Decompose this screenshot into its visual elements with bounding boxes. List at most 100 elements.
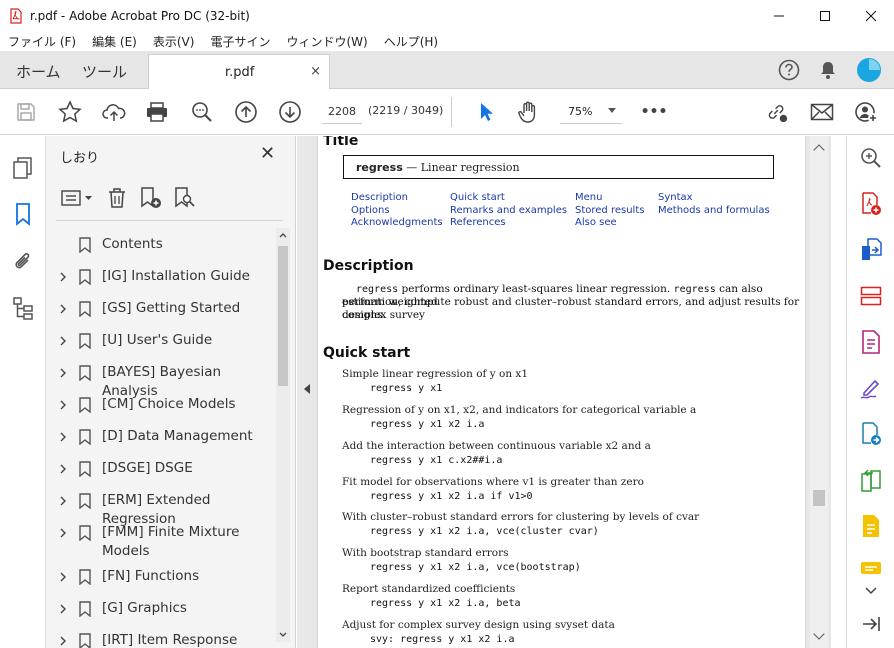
collapse-tools-pane-icon[interactable] (859, 612, 883, 636)
bookmark-flag-icon (79, 365, 91, 381)
link-quick-start[interactable]: Quick start (450, 192, 505, 203)
next-page-icon[interactable] (278, 100, 302, 124)
chevron-right-icon[interactable] (58, 272, 68, 282)
share-link-icon[interactable] (765, 100, 789, 124)
menu-file[interactable]: ファイル (F) (0, 33, 84, 50)
star-icon[interactable] (58, 100, 82, 124)
search-icon[interactable] (190, 100, 214, 124)
tab-tools[interactable]: ツール (82, 61, 127, 82)
scrollbar-thumb[interactable] (813, 490, 825, 506)
title-box: regress — Linear regression (343, 155, 774, 179)
chevron-right-icon[interactable] (58, 496, 68, 506)
chevron-up-icon[interactable] (813, 144, 825, 156)
bookmark-label: [D] Data Management (102, 428, 253, 444)
export-pdf-icon[interactable] (859, 238, 883, 262)
pdf-page: Title regress — Linear regression Descri… (318, 136, 805, 648)
link-also-see[interactable]: Also see (575, 217, 617, 228)
chevron-right-icon[interactable] (58, 604, 68, 614)
edit-pdf-icon[interactable] (859, 330, 883, 354)
zoom-select[interactable]: 75% (560, 100, 622, 124)
bookmark-label: [G] Graphics (102, 600, 187, 616)
attachment-icon[interactable] (11, 250, 35, 274)
menu-edit[interactable]: 編集 (E) (84, 33, 145, 50)
menu-window[interactable]: ウィンドウ(W) (278, 33, 375, 50)
menu-help[interactable]: ヘルプ(H) (376, 33, 446, 50)
document-scrollbar[interactable] (810, 136, 828, 648)
chevron-up-icon[interactable] (279, 231, 287, 239)
hand-tool-icon[interactable] (516, 100, 540, 124)
chevron-down-icon[interactable] (813, 628, 825, 640)
save-icon[interactable] (14, 100, 38, 124)
close-window-button[interactable] (848, 0, 894, 31)
tab-close-icon[interactable]: × (310, 64, 321, 79)
bookmark-options-icon[interactable] (58, 185, 96, 211)
chevron-right-icon[interactable] (58, 432, 68, 442)
close-panel-icon[interactable]: ✕ (260, 143, 275, 164)
print-icon[interactable] (145, 100, 169, 124)
send-for-review-icon[interactable] (859, 422, 883, 446)
collapse-left-panel-icon[interactable] (304, 384, 310, 394)
bookmark-label: [CM] Choice Models (102, 396, 236, 412)
zoom-search-icon[interactable] (859, 146, 883, 170)
bookmark-label: [DSGE] DSGE (102, 460, 193, 476)
link-syntax[interactable]: Syntax (658, 192, 693, 203)
quickstart-text: With bootstrap standard errors (342, 547, 509, 559)
bookmark-label: Contents (102, 236, 163, 252)
chevron-right-icon[interactable] (58, 528, 68, 538)
organize-pages-icon[interactable] (859, 284, 883, 308)
fill-sign-icon[interactable] (859, 376, 883, 400)
navigation-rail (0, 136, 46, 648)
menu-esign[interactable]: 電子サイン (202, 33, 278, 50)
previous-page-icon[interactable] (234, 100, 258, 124)
help-icon[interactable] (778, 59, 800, 84)
link-options[interactable]: Options (351, 205, 390, 216)
structure-tree-icon[interactable] (11, 296, 35, 320)
sticky-note-icon[interactable] (859, 556, 883, 580)
link-acknowledgments[interactable]: Acknowledgments (351, 217, 443, 228)
page-thumbnails-icon[interactable] (11, 156, 35, 180)
tab-home[interactable]: ホーム (16, 61, 61, 82)
link-menu[interactable]: Menu (575, 192, 602, 203)
chevron-down-icon[interactable] (279, 631, 287, 639)
bookmark-search-icon[interactable] (172, 185, 198, 211)
link-methods-formulas[interactable]: Methods and formulas (658, 205, 770, 216)
link-description[interactable]: Description (351, 192, 408, 203)
chevron-down-icon[interactable] (859, 578, 883, 602)
add-user-icon[interactable] (855, 100, 879, 124)
bookmark-flag-icon (79, 569, 91, 585)
chevron-right-icon[interactable] (58, 464, 68, 474)
bookmarks-scrollbar[interactable] (276, 228, 290, 642)
scrollbar-thumb[interactable] (278, 246, 288, 386)
bookmark-flag-icon (79, 493, 91, 509)
page-number-input[interactable]: 2208 (322, 100, 362, 124)
link-references[interactable]: References (450, 217, 506, 228)
maximize-button[interactable] (802, 0, 848, 31)
bookmarks-icon[interactable] (11, 202, 35, 226)
delete-bookmark-icon[interactable] (104, 185, 130, 211)
bookmark-item-response-theory[interactable]: [IRT] Item Response Theory (46, 630, 278, 648)
chevron-right-icon[interactable] (58, 304, 68, 314)
tab-document[interactable]: r.pdf × (148, 54, 330, 90)
chevron-right-icon[interactable] (58, 400, 68, 410)
more-tools-icon[interactable]: ••• (641, 100, 668, 124)
select-tool-icon[interactable] (474, 100, 498, 124)
comment-icon[interactable] (859, 514, 883, 538)
bell-icon[interactable] (818, 60, 838, 83)
link-stored-results[interactable]: Stored results (575, 205, 644, 216)
tab-document-label: r.pdf (225, 65, 255, 80)
email-icon[interactable] (810, 100, 834, 124)
create-pdf-icon[interactable] (859, 192, 883, 216)
upload-cloud-icon[interactable] (102, 100, 126, 124)
chevron-right-icon[interactable] (58, 336, 68, 346)
chevron-right-icon[interactable] (58, 572, 68, 582)
compare-files-icon[interactable] (859, 468, 883, 492)
avatar[interactable] (856, 57, 882, 86)
minimize-button[interactable] (756, 0, 802, 31)
link-remarks-examples[interactable]: Remarks and examples (450, 205, 567, 216)
chevron-right-icon[interactable] (58, 368, 68, 378)
new-bookmark-icon[interactable] (138, 185, 164, 211)
chevron-right-icon[interactable] (58, 636, 68, 646)
document-viewport[interactable]: Title regress — Linear regression Descri… (297, 136, 831, 648)
menu-view[interactable]: 表示(V) (145, 33, 203, 50)
bookmark-flag-icon (79, 301, 91, 317)
